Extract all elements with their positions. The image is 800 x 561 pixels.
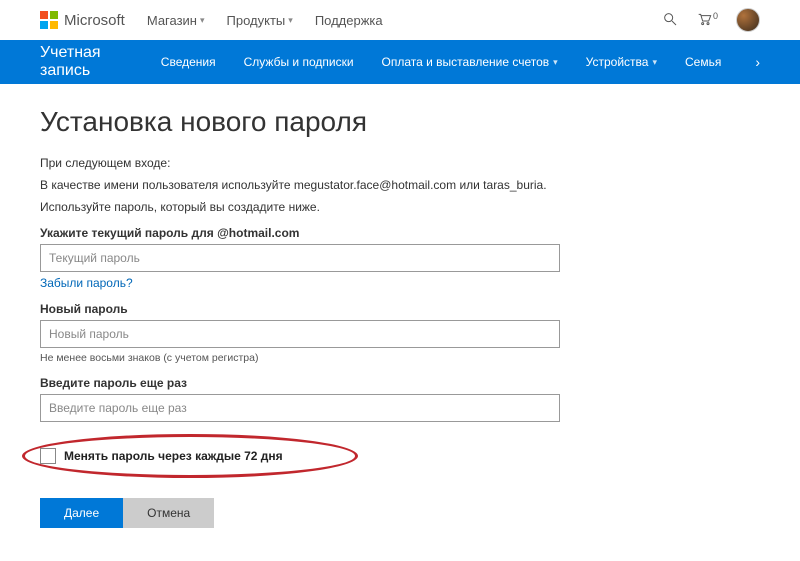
main-content: Установка нового пароля При следующем вх… xyxy=(0,84,800,550)
brand-text: Microsoft xyxy=(64,12,125,29)
topnav-label: Продукты xyxy=(227,13,286,28)
topnav-label: Магазин xyxy=(147,13,197,28)
cart-icon xyxy=(696,11,712,30)
chevron-down-icon: ▾ xyxy=(200,15,205,26)
nav-item-devices[interactable]: Устройства ▾ xyxy=(586,55,657,69)
cancel-button[interactable]: Отмена xyxy=(123,498,214,528)
nav-item-label: Семья xyxy=(685,55,721,69)
intro-line-2: В качестве имени пользователя используйт… xyxy=(40,178,760,192)
avatar[interactable] xyxy=(736,8,760,32)
microsoft-logo-icon xyxy=(40,11,58,29)
chevron-down-icon: ▾ xyxy=(652,57,657,68)
chevron-right-icon[interactable]: › xyxy=(755,54,760,70)
nav-item-label: Устройства xyxy=(586,55,649,69)
checkbox-label: Менять пароль через каждые 72 дня xyxy=(64,449,283,463)
password-form: Укажите текущий пароль для @hotmail.com … xyxy=(40,226,560,528)
chevron-down-icon: ▾ xyxy=(288,15,293,26)
confirm-password-input[interactable] xyxy=(40,394,560,422)
cart-button[interactable]: 0 xyxy=(696,11,718,30)
top-header-left: Microsoft Магазин ▾ Продукты ▾ Поддержка xyxy=(40,11,383,29)
topnav-support[interactable]: Поддержка xyxy=(315,13,383,28)
topnav-products[interactable]: Продукты ▾ xyxy=(227,13,293,28)
account-nav-title: Учетная запись xyxy=(40,44,123,80)
new-password-input[interactable] xyxy=(40,320,560,348)
intro-line-3: Используйте пароль, который вы создадите… xyxy=(40,200,760,214)
password-hint: Не менее восьми знаков (с учетом регистр… xyxy=(40,352,560,364)
intro-line-1: При следующем входе: xyxy=(40,156,760,170)
chevron-down-icon: ▾ xyxy=(553,57,558,68)
nav-item-label: Оплата и выставление счетов xyxy=(382,55,550,69)
nav-item-label: Сведения xyxy=(161,55,216,69)
confirm-password-label: Введите пароль еще раз xyxy=(40,376,560,390)
button-row: Далее Отмена xyxy=(40,498,560,528)
checkbox-icon[interactable] xyxy=(40,448,56,464)
topnav-label: Поддержка xyxy=(315,13,383,28)
nav-item-family[interactable]: Семья xyxy=(685,55,721,69)
forgot-password-link[interactable]: Забыли пароль? xyxy=(40,276,133,290)
new-password-label: Новый пароль xyxy=(40,302,560,316)
page-title: Установка нового пароля xyxy=(40,106,760,138)
microsoft-brand[interactable]: Microsoft xyxy=(40,11,125,29)
change-every-72-days-row[interactable]: Менять пароль через каждые 72 дня xyxy=(40,448,560,464)
topnav-store[interactable]: Магазин ▾ xyxy=(147,13,205,28)
nav-item-services[interactable]: Службы и подписки xyxy=(244,55,354,69)
current-password-input[interactable] xyxy=(40,244,560,272)
nav-item-billing[interactable]: Оплата и выставление счетов ▾ xyxy=(382,55,558,69)
cart-count: 0 xyxy=(713,11,718,21)
top-header: Microsoft Магазин ▾ Продукты ▾ Поддержка… xyxy=(0,0,800,40)
nav-item-label: Службы и подписки xyxy=(244,55,354,69)
current-password-label: Укажите текущий пароль для @hotmail.com xyxy=(40,226,560,240)
account-nav: Учетная запись Сведения Службы и подписк… xyxy=(0,40,800,84)
top-header-right: 0 xyxy=(662,8,760,32)
search-icon[interactable] xyxy=(662,11,678,30)
next-button[interactable]: Далее xyxy=(40,498,123,528)
nav-item-info[interactable]: Сведения xyxy=(161,55,216,69)
